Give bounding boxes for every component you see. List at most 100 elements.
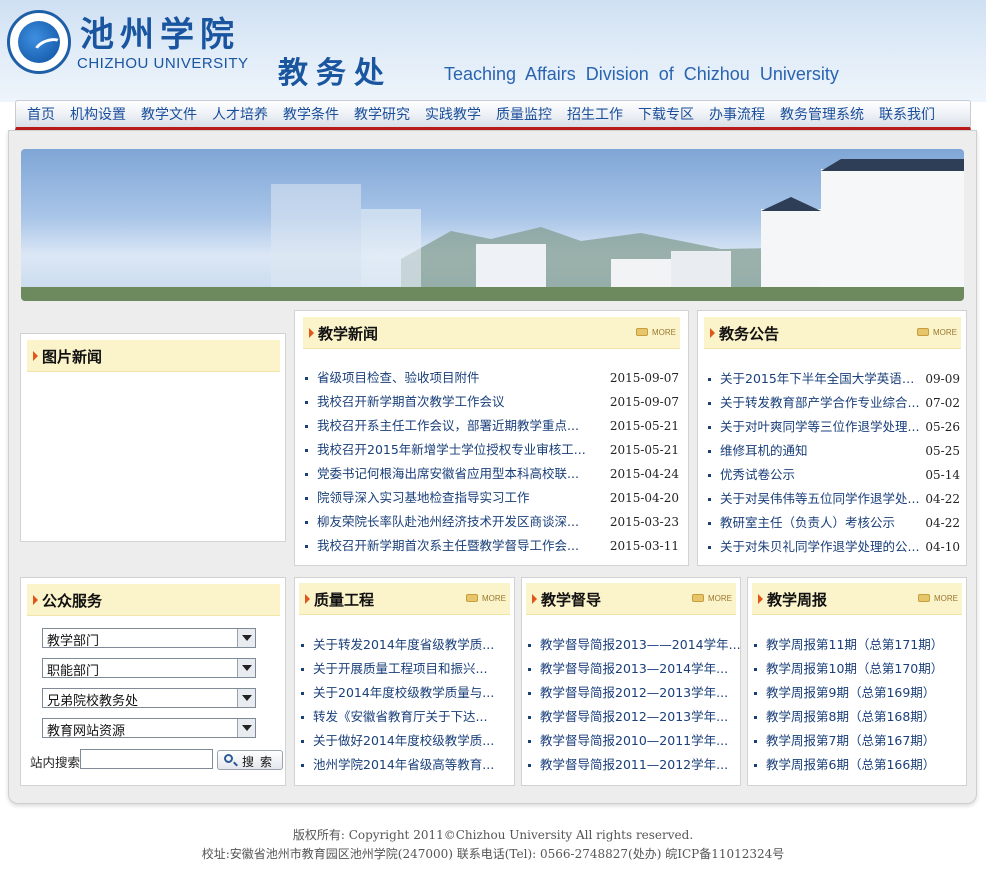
public-service-header: 公众服务 [27, 584, 280, 616]
teaching-departments-select[interactable]: 教学部门 [42, 628, 256, 649]
teaching-news-more-link[interactable]: MORE [636, 328, 676, 338]
site-search-label: 站内搜索 [30, 755, 81, 770]
announcement-title: 关于对叶爽同学等三位作退学处理... [720, 419, 920, 434]
supervision-item[interactable]: 教学督导简报2012—2013学年... [528, 681, 733, 705]
nav-item-talent-training[interactable]: 人才培养 [212, 104, 268, 124]
footer-address: 校址:安徽省池州市教育园区池州学院(247000) 联系电话(Tel): 056… [201, 847, 785, 861]
announcement-date: 05-26 [925, 420, 960, 434]
nav-item-home[interactable]: 首页 [27, 104, 55, 124]
main-nav: 首页 机构设置 教学文件 人才培养 教学条件 教学研究 实践教学 质量监控 招生… [15, 100, 971, 130]
news-title: 柳友荣院长率队赴池州经济技术开发区商谈深... [317, 514, 579, 529]
announcement-item[interactable]: 优秀试卷公示 05-14 [708, 463, 960, 487]
announcement-item[interactable]: 维修耳机的通知 05-25 [708, 439, 960, 463]
announcement-item[interactable]: 关于对吴伟伟等五位同学作退学处... 04-22 [708, 487, 960, 511]
chevron-down-icon [237, 689, 255, 707]
supervision-item[interactable]: 教学督导简报2013—2014学年... [528, 657, 733, 681]
announcement-item[interactable]: 关于2015年下半年全国大学英语四... 09-09 [708, 367, 960, 391]
nav-item-procedures[interactable]: 办事流程 [709, 104, 765, 124]
announcement-date: 04-22 [925, 516, 960, 530]
functional-departments-select[interactable]: 职能部门 [42, 658, 256, 679]
news-item[interactable]: 党委书记何根海出席安徽省应用型本科高校联... 2015-04-24 [305, 462, 679, 486]
nav-item-teaching-conditions[interactable]: 教学条件 [283, 104, 339, 124]
weekly-item[interactable]: 教学周报第10期（总第170期） [754, 657, 959, 681]
announcement-title: 关于2015年下半年全国大学英语四... [720, 371, 926, 386]
announcements-more-link[interactable]: MORE [917, 328, 957, 338]
nav-item-organization[interactable]: 机构设置 [70, 104, 126, 124]
teaching-supervision-header: 教学督导 MORE [526, 583, 736, 615]
announcement-title: 教研室主任（负责人）考核公示 [720, 515, 896, 530]
announcement-item[interactable]: 关于对朱贝礼同学作退学处理的公... 04-10 [708, 535, 960, 559]
teaching-weekly-list: 教学周报第11期（总第171期） 教学周报第10期（总第170期） 教学周报第9… [754, 633, 959, 777]
supervision-item[interactable]: 教学督导简报2010—2011学年... [528, 729, 733, 753]
nav-item-teaching-research[interactable]: 教学研究 [354, 104, 410, 124]
photo-news-title: 图片新闻 [42, 348, 103, 366]
announcement-title: 关于对朱贝礼同学作退学处理的公... [720, 539, 920, 554]
more-icon [466, 594, 478, 602]
quality-item[interactable]: 转发《安徽省教育厅关于下达... [301, 705, 506, 729]
news-item[interactable]: 省级项目检查、验收项目附件 2015-09-07 [305, 366, 679, 390]
chevron-down-icon [237, 629, 255, 647]
announcement-item[interactable]: 教研室主任（负责人）考核公示 04-22 [708, 511, 960, 535]
news-item[interactable]: 我校召开新学期首次教学工作会议 2015-09-07 [305, 390, 679, 414]
weekly-item[interactable]: 教学周报第8期（总第168期） [754, 705, 959, 729]
quality-item[interactable]: 关于做好2014年度校级教学质... [301, 729, 506, 753]
teaching-supervision-list: 教学督导简报2013——2014学年... 教学督导简报2013—2014学年.… [528, 633, 741, 777]
campus-illustration [21, 159, 964, 301]
more-icon [917, 328, 929, 336]
quality-item[interactable]: 池州学院2014年省级高等教育... [301, 753, 506, 777]
news-title: 我校召开系主任工作会议，部署近期教学重点... [317, 418, 579, 433]
news-item[interactable]: 我校召开2015年新增学士学位授权专业审核工... 2015-05-21 [305, 438, 679, 462]
nav-item-teaching-documents[interactable]: 教学文件 [141, 104, 197, 124]
quality-item[interactable]: 关于2014年度校级教学质量与... [301, 681, 506, 705]
arrow-icon [758, 594, 763, 604]
teaching-weekly-header: 教学周报 MORE [752, 583, 962, 615]
weekly-item[interactable]: 教学周报第11期（总第171期） [754, 633, 959, 657]
arrow-icon [33, 351, 38, 361]
supervision-item[interactable]: 教学督导简报2011—2012学年... [528, 753, 733, 777]
teaching-supervision-panel: 教学督导 MORE 教学督导简报2013——2014学年... 教学督导简报20… [521, 577, 741, 786]
announcement-title: 关于对吴伟伟等五位同学作退学处... [720, 491, 920, 506]
news-title: 我校召开新学期首次系主任暨教学督导工作会... [317, 538, 579, 553]
department-name-en: Teaching Affairs Division of Chizhou Uni… [444, 64, 839, 84]
nav-item-downloads[interactable]: 下载专区 [638, 104, 694, 124]
announcement-title: 维修耳机的通知 [720, 443, 808, 458]
nav-item-contact[interactable]: 联系我们 [879, 104, 935, 124]
news-item[interactable]: 柳友荣院长率队赴池州经济技术开发区商谈深... 2015-03-23 [305, 510, 679, 534]
quality-item[interactable]: 关于转发2014年度省级教学质... [301, 633, 506, 657]
supervision-item[interactable]: 教学督导简报2012—2013学年... [528, 705, 733, 729]
news-title: 省级项目检查、验收项目附件 [317, 370, 480, 385]
sister-universities-select[interactable]: 兄弟院校教务处 [42, 688, 256, 709]
university-logo[interactable] [7, 10, 71, 74]
search-icon [224, 754, 233, 763]
nav-item-quality-monitoring[interactable]: 质量监控 [496, 104, 552, 124]
arrow-icon [33, 595, 38, 605]
quality-item[interactable]: 关于开展质量工程项目和振兴... [301, 657, 506, 681]
weekly-item[interactable]: 教学周报第6期（总第166期） [754, 753, 959, 777]
announcement-item[interactable]: 关于转发教育部产学合作专业综合... 07-02 [708, 391, 960, 415]
quality-engineering-panel: 质量工程 MORE 关于转发2014年度省级教学质... 关于开展质量工程项目和… [294, 577, 515, 786]
quality-engineering-more-link[interactable]: MORE [466, 594, 506, 604]
announcement-date: 04-10 [925, 540, 960, 554]
education-resources-select[interactable]: 教育网站资源 [42, 718, 256, 739]
search-button[interactable]: 搜索 [217, 750, 283, 770]
teaching-supervision-title: 教学督导 [541, 591, 602, 609]
department-name-cn: 教务处 [278, 56, 392, 91]
teaching-weekly-more-link[interactable]: MORE [918, 594, 958, 604]
news-item[interactable]: 院领导深入实习基地检查指导实习工作 2015-04-20 [305, 486, 679, 510]
supervision-item[interactable]: 教学督导简报2013——2014学年... [528, 633, 741, 657]
teaching-supervision-more-link[interactable]: MORE [692, 594, 732, 604]
news-date: 2015-09-07 [609, 395, 679, 409]
news-item[interactable]: 我校召开系主任工作会议，部署近期教学重点... 2015-05-21 [305, 414, 679, 438]
weekly-item[interactable]: 教学周报第9期（总第169期） [754, 681, 959, 705]
arrow-icon [532, 594, 537, 604]
teaching-weekly-panel: 教学周报 MORE 教学周报第11期（总第171期） 教学周报第10期（总第17… [747, 577, 967, 786]
site-search-input[interactable] [80, 749, 213, 769]
weekly-item[interactable]: 教学周报第7期（总第167期） [754, 729, 959, 753]
quality-engineering-list: 关于转发2014年度省级教学质... 关于开展质量工程项目和振兴... 关于20… [301, 633, 506, 777]
nav-item-admissions[interactable]: 招生工作 [567, 104, 623, 124]
nav-item-academic-system[interactable]: 教务管理系统 [780, 104, 864, 124]
news-item[interactable]: 我校召开新学期首次系主任暨教学督导工作会... 2015-03-11 [305, 534, 679, 558]
arrow-icon [309, 328, 314, 338]
announcement-item[interactable]: 关于对叶爽同学等三位作退学处理... 05-26 [708, 415, 960, 439]
nav-item-practice-teaching[interactable]: 实践教学 [425, 104, 481, 124]
